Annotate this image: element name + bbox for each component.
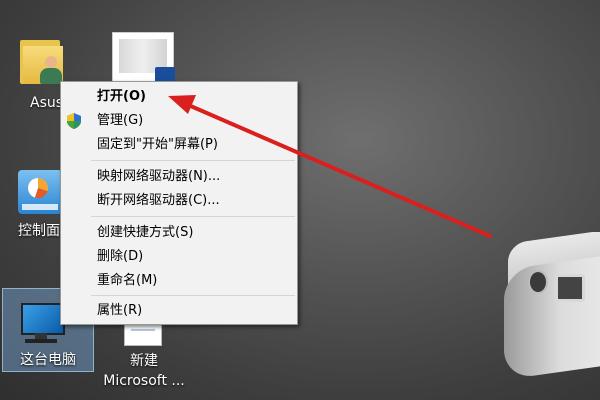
- menu-item-disconnect-network-drive[interactable]: 断开网络驱动器(C)...: [61, 190, 297, 212]
- menu-item-label: 重命名(M): [97, 273, 158, 288]
- menu-item-open[interactable]: 打开(O): [61, 86, 297, 108]
- menu-item-pin-to-start[interactable]: 固定到"开始"屏幕(P): [61, 134, 297, 156]
- desktop: Asus 控制面 这台电脑 新建 Microsoft ... 打开(O) 管理(…: [0, 0, 600, 400]
- menu-item-manage[interactable]: 管理(G): [61, 110, 297, 132]
- desktop-icon-document-thumbnail[interactable]: [100, 28, 176, 88]
- control-panel-icon: [18, 170, 62, 214]
- desktop-icon-label: 这台电脑: [20, 352, 76, 368]
- menu-item-label: 打开(O): [97, 89, 146, 104]
- desktop-icon-label-line2: Microsoft ...: [103, 373, 185, 389]
- user-folder-icon: [20, 34, 64, 84]
- menu-item-label: 创建快捷方式(S): [97, 225, 194, 240]
- desktop-icon-label: Asus: [30, 95, 64, 111]
- context-menu: 打开(O) 管理(G) 固定到"开始"屏幕(P) 映射网络驱动器(N)... 断…: [60, 81, 298, 325]
- menu-item-rename[interactable]: 重命名(M): [61, 270, 297, 292]
- laptop-wallpaper-image: [500, 232, 600, 400]
- menu-item-label: 断开网络驱动器(C)...: [97, 193, 220, 208]
- menu-item-properties[interactable]: 属性(R): [61, 300, 297, 322]
- menu-separator: [91, 295, 295, 296]
- menu-separator: [91, 160, 295, 161]
- menu-item-map-network-drive[interactable]: 映射网络驱动器(N)...: [61, 166, 297, 188]
- menu-item-label: 固定到"开始"屏幕(P): [97, 137, 218, 152]
- menu-item-label: 属性(R): [97, 303, 143, 318]
- desktop-icon-label: 控制面: [18, 223, 60, 239]
- menu-item-label: 管理(G): [97, 113, 144, 128]
- document-thumbnail-icon: [112, 32, 175, 87]
- menu-item-create-shortcut[interactable]: 创建快捷方式(S): [61, 222, 297, 244]
- desktop-icon-label-line1: 新建: [130, 353, 158, 369]
- uac-shield-icon: [67, 113, 81, 129]
- menu-separator: [91, 216, 295, 217]
- menu-item-label: 映射网络驱动器(N)...: [97, 169, 221, 184]
- menu-item-label: 删除(D): [97, 249, 144, 264]
- computer-icon: [17, 303, 65, 343]
- menu-item-delete[interactable]: 删除(D): [61, 246, 297, 268]
